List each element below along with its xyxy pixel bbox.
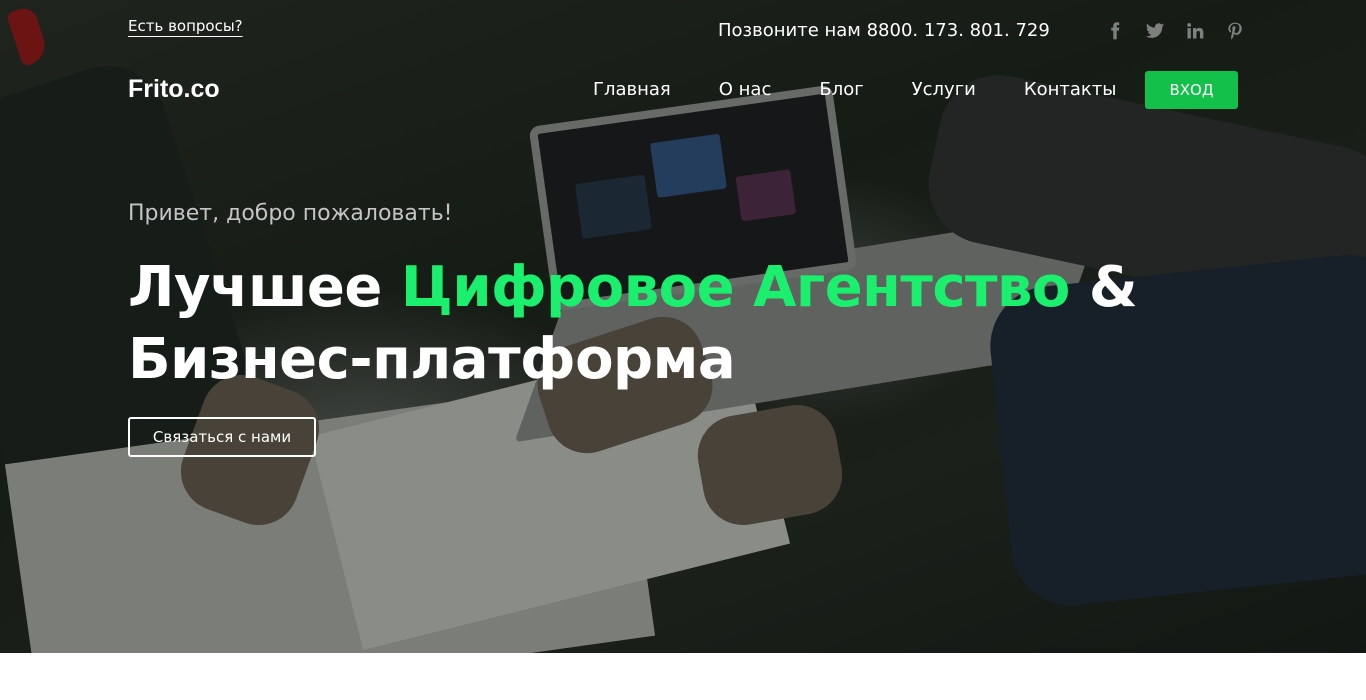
questions-link[interactable]: Есть вопросы?: [128, 17, 243, 35]
headline-accent: Цифровое Агентство: [400, 255, 1071, 320]
phone-text: Позвоните нам 8800. 173. 801. 729: [718, 20, 1050, 41]
headline-part-1: Лучшее: [128, 255, 401, 320]
main-nav: Главная О нас Блог Услуги Контакты: [593, 79, 1117, 100]
nav-item-contacts[interactable]: Контакты: [1024, 79, 1117, 100]
hero-headline: Лучшее Цифровое Агентство & Бизнес-платф…: [128, 252, 1228, 396]
hero-background: Есть вопросы? Позвоните нам 8800. 173. 8…: [0, 0, 1366, 653]
login-button[interactable]: ВХОД: [1145, 71, 1238, 109]
pinterest-icon[interactable]: [1224, 20, 1246, 42]
nav-item-blog[interactable]: Блог: [819, 79, 863, 100]
twitter-icon[interactable]: [1144, 20, 1166, 42]
nav-item-services[interactable]: Услуги: [912, 79, 976, 100]
site-logo[interactable]: Frito.co: [128, 75, 220, 104]
welcome-text: Привет, добро пожаловать!: [128, 201, 453, 226]
nav-item-about[interactable]: О нас: [719, 79, 772, 100]
contact-us-button[interactable]: Связаться с нами: [128, 417, 316, 457]
facebook-icon[interactable]: [1104, 20, 1126, 42]
nav-item-home[interactable]: Главная: [593, 79, 671, 100]
social-links: [1104, 20, 1246, 42]
linkedin-icon[interactable]: [1184, 20, 1206, 42]
